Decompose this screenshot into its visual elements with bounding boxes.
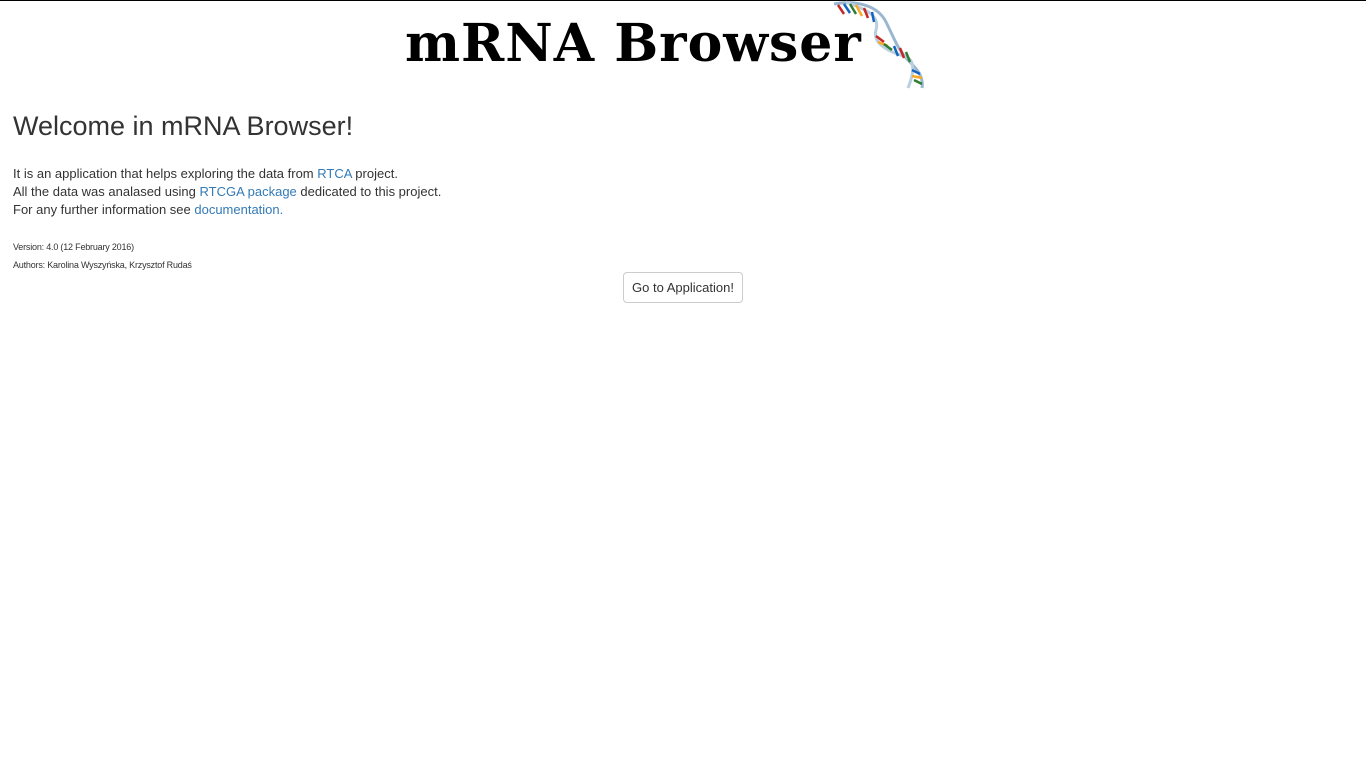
intro-line-3: For any further information see document… <box>13 201 441 219</box>
intro-line-2-suffix: dedicated to this project. <box>296 184 442 199</box>
app-logo-text: mRNA Browser <box>405 13 862 74</box>
authors-text: Authors: Karolina Wyszyńska, Krzysztof R… <box>13 260 192 270</box>
intro-line-1-suffix: project. <box>351 166 398 181</box>
documentation-link[interactable]: documentation. <box>194 202 283 217</box>
rtca-link[interactable]: RTCA <box>317 166 351 181</box>
intro-line-2: All the data was analased using RTCGA pa… <box>13 183 441 201</box>
intro-line-1-prefix: It is an application that helps explorin… <box>13 166 318 181</box>
intro-line-3-prefix: For any further information see <box>13 202 195 217</box>
header: mRNA Browser <box>0 0 1366 95</box>
intro-text: It is an application that helps explorin… <box>13 165 441 219</box>
dna-helix-icon <box>833 0 924 89</box>
version-text: Version: 4.0 (12 February 2016) <box>13 242 134 252</box>
rtcga-package-link[interactable]: RTCGA package <box>199 184 296 199</box>
go-to-application-button[interactable]: Go to Application! <box>623 272 743 303</box>
intro-line-2-prefix: All the data was analased using <box>13 184 200 199</box>
page-title: Welcome in mRNA Browser! <box>13 111 354 141</box>
intro-line-1: It is an application that helps explorin… <box>13 165 441 183</box>
